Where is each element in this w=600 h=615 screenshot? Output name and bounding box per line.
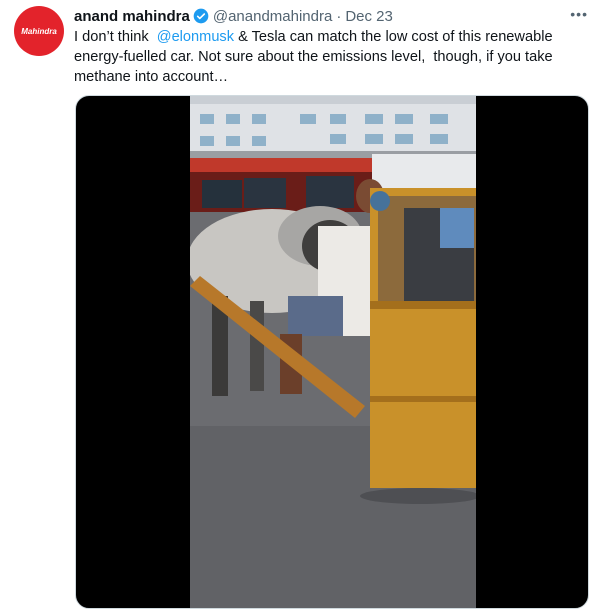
verified-badge-icon (193, 8, 209, 24)
tweet-media[interactable] (75, 95, 589, 609)
more-dots-icon[interactable]: ••• (570, 6, 588, 22)
author-name[interactable]: anand mahindra (74, 8, 190, 25)
author-handle[interactable]: @anandmahindra (213, 8, 332, 25)
video-frame[interactable] (190, 96, 476, 608)
video-still-image (190, 96, 476, 608)
tweet-date[interactable]: Dec 23 (345, 8, 393, 25)
separator-dot: · (336, 7, 342, 25)
tweet-text: I don’t think @elonmusk & Tesla can matc… (74, 27, 589, 87)
mention-link[interactable]: @elonmusk (157, 29, 234, 45)
avatar[interactable]: Mahindra (14, 6, 64, 56)
avatar-logo-text: Mahindra (21, 26, 57, 36)
tweet-header: anand mahindra @anandmahindra · Dec 23 •… (74, 6, 588, 26)
tweet-text-before: I don’t think (74, 29, 157, 45)
